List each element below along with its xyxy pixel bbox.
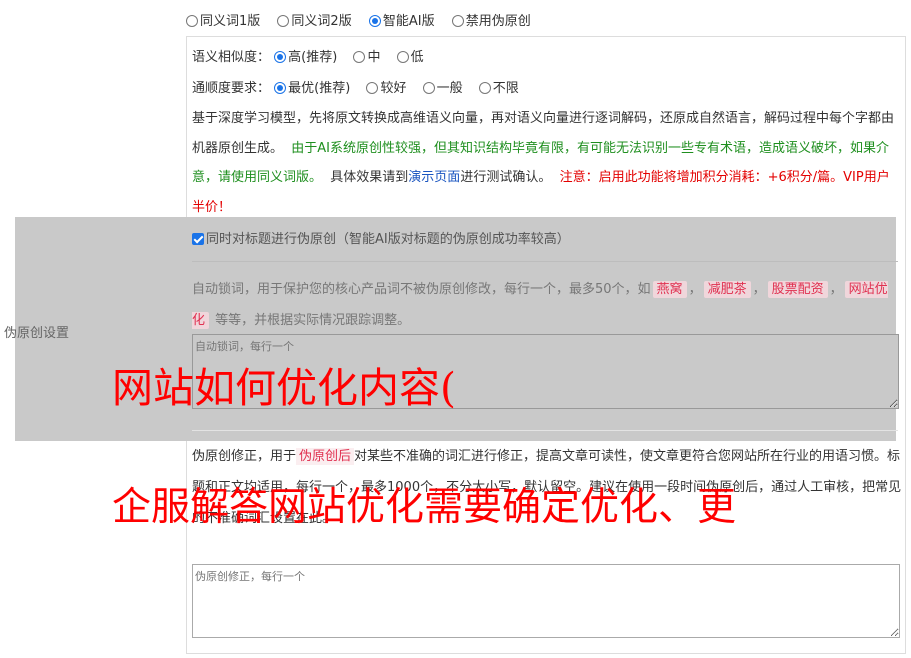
radio-icon[interactable] xyxy=(422,82,435,94)
example-tag: 减肥茶 xyxy=(703,281,751,298)
radio-icon[interactable] xyxy=(396,51,409,63)
similarity-option-low[interactable]: 低 xyxy=(396,46,424,65)
radio-icon[interactable] xyxy=(277,15,290,27)
section-label: 伪原创设置 xyxy=(4,326,70,341)
similarity-option-medium[interactable]: 中 xyxy=(353,46,380,65)
fix-words-textarea[interactable] xyxy=(192,564,900,638)
example-tag: 股票配资 xyxy=(767,281,828,298)
checkbox-checked-icon[interactable] xyxy=(192,233,204,245)
fluency-row: 通顺度要求： 最优(推荐) 较好 一般 不限 xyxy=(192,77,531,96)
radio-icon[interactable] xyxy=(366,82,379,94)
example-tag: 燕窝 xyxy=(652,281,687,298)
fluency-option-good[interactable]: 较好 xyxy=(366,77,406,96)
fluency-option-normal[interactable]: 一般 xyxy=(422,77,463,96)
mode-option-smart-ai[interactable]: 智能AI版 xyxy=(368,10,435,29)
mode-option-disable[interactable]: 禁用伪原创 xyxy=(451,10,531,29)
title-pseudo-original-option[interactable]: 同时对标题进行伪原创（智能AI版对标题的伪原创成功率较高） xyxy=(192,228,570,247)
radio-icon[interactable] xyxy=(478,82,491,94)
radio-icon[interactable] xyxy=(451,15,464,27)
lock-words-description: 自动锁词，用于保护您的核心产品词不被伪原创修改，每行一个，最多50个，如 燕窝，减… xyxy=(192,281,888,329)
mode-option-synonym-2[interactable]: 同义词2版 xyxy=(277,10,352,29)
divider xyxy=(192,430,898,431)
divider xyxy=(192,261,898,262)
radio-selected-icon[interactable] xyxy=(368,15,381,27)
fluency-label: 通顺度要求： xyxy=(192,81,271,96)
fix-words-description: 伪原创修正，用于 伪原创后 对某些不准确的词汇进行修正，提高文章可读性，使文章更符合… xyxy=(192,448,902,526)
fluency-option-unlimited[interactable]: 不限 xyxy=(478,77,519,96)
mode-selector: 同义词1版 同义词2版 智能AI版 禁用伪原创 xyxy=(186,10,544,29)
demo-page-link[interactable]: 演示页面 xyxy=(408,170,460,185)
ai-description: 基于深度学习模型，先将原文转换成高维语义向量，再对语义向量进行逐词解码，还原成自… xyxy=(192,111,895,215)
mode-option-synonym-1[interactable]: 同义词1版 xyxy=(186,10,260,29)
radio-selected-icon[interactable] xyxy=(274,82,287,94)
similarity-option-high[interactable]: 高(推荐) xyxy=(274,46,337,65)
example-tag: 伪原创后 xyxy=(296,448,355,465)
radio-selected-icon[interactable] xyxy=(274,51,287,63)
similarity-row: 语义相似度： 高(推荐) 中 低 xyxy=(192,46,436,65)
lock-words-textarea[interactable] xyxy=(192,334,899,409)
radio-icon[interactable] xyxy=(353,51,366,63)
radio-icon[interactable] xyxy=(186,15,198,27)
fluency-option-best[interactable]: 最优(推荐) xyxy=(274,77,350,96)
similarity-label: 语义相似度： xyxy=(192,50,271,65)
